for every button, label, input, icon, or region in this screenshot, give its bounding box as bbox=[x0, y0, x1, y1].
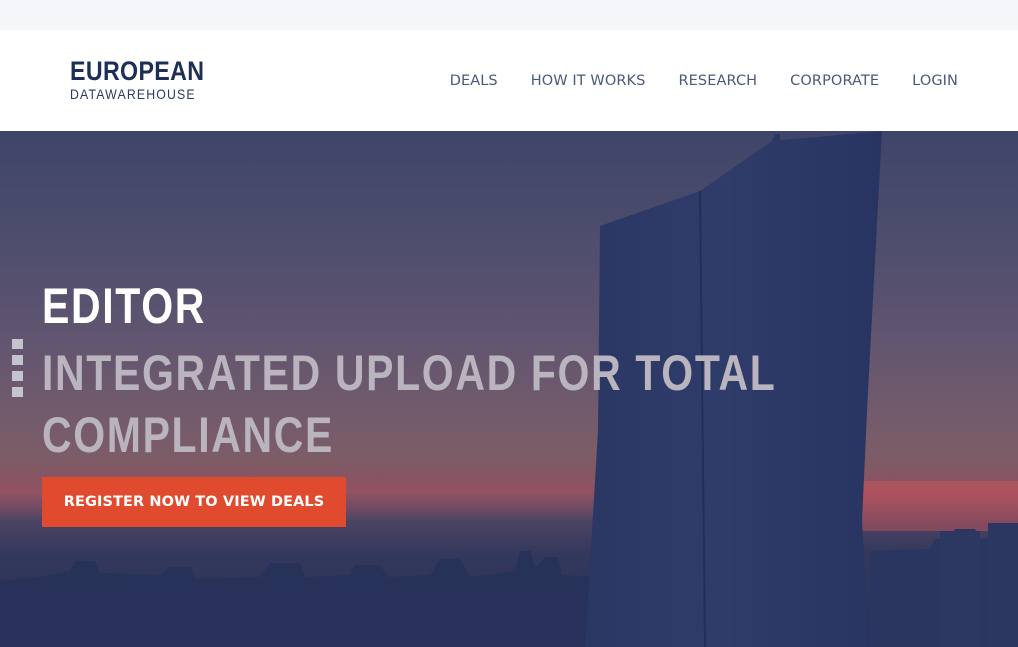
nav-link-deals[interactable]: DEALS bbox=[450, 73, 498, 89]
nav-link-login[interactable]: LOGIN bbox=[912, 73, 958, 89]
nav-link-corporate[interactable]: CORPORATE bbox=[790, 73, 879, 89]
hero-headline: INTEGRATED UPLOAD FOR TOTAL COMPLIANCE bbox=[42, 345, 776, 463]
site-header: EUROPEAN DATAWAREHOUSE DEALS HOW IT WORK… bbox=[0, 30, 1018, 131]
nav-link-research[interactable]: RESEARCH bbox=[678, 73, 757, 89]
site-logo[interactable]: EUROPEAN DATAWAREHOUSE bbox=[70, 56, 226, 102]
slider-indicator bbox=[12, 339, 23, 397]
logo-line-datawarehouse: DATAWAREHOUSE bbox=[70, 86, 196, 102]
slider-dot[interactable] bbox=[12, 355, 23, 365]
hero-eyebrow: EDITOR bbox=[42, 278, 206, 334]
main-nav: DEALS HOW IT WORKS RESEARCH CORPORATE LO… bbox=[450, 30, 958, 131]
register-cta-button[interactable]: REGISTER NOW TO VIEW DEALS bbox=[42, 477, 346, 527]
nav-link-how-it-works[interactable]: HOW IT WORKS bbox=[531, 73, 646, 89]
slider-dot[interactable] bbox=[12, 387, 23, 397]
slider-dot[interactable] bbox=[12, 371, 23, 381]
hero-banner: EDITOR INTEGRATED UPLOAD FOR TOTAL COMPL… bbox=[0, 131, 1018, 647]
slider-dot[interactable] bbox=[12, 339, 23, 349]
top-strip bbox=[0, 0, 1018, 30]
logo-line-european: EUROPEAN bbox=[70, 56, 205, 86]
